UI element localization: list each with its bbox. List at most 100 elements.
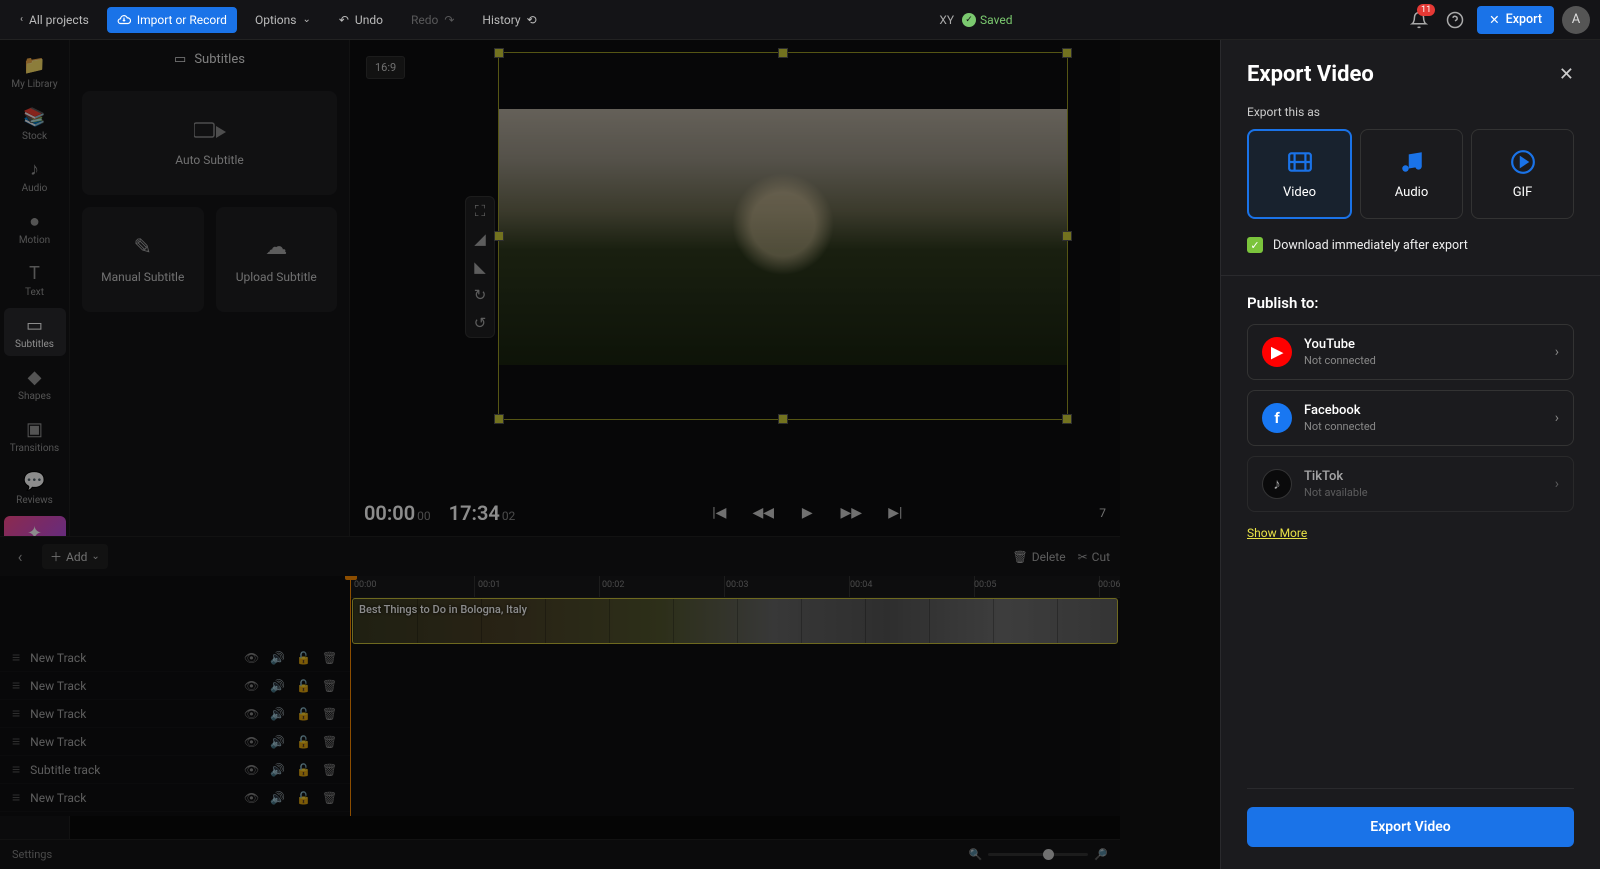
resize-handle[interactable] (1062, 414, 1072, 424)
lock-icon[interactable]: 🔓 (296, 763, 312, 777)
export-type-gif[interactable]: GIF (1471, 129, 1574, 219)
aspect-badge[interactable]: 16:9 (366, 56, 405, 79)
lock-icon[interactable]: 🔓 (296, 707, 312, 721)
redo-button[interactable]: Redo ↷ (401, 7, 464, 33)
resize-handle[interactable] (1062, 231, 1072, 241)
rotate-cw-tool[interactable]: ↻ (466, 281, 494, 309)
notifications-button[interactable]: 11 (1405, 6, 1433, 34)
mute-icon[interactable]: 🔊 (270, 679, 286, 693)
resize-handle[interactable] (494, 414, 504, 424)
drag-icon[interactable]: ≡ (12, 649, 20, 666)
track-name[interactable]: New Track (30, 791, 234, 805)
auto-subtitle-tile[interactable]: Auto Subtitle (82, 91, 337, 195)
track-name[interactable]: New Track (30, 707, 234, 721)
zoom-in-icon[interactable]: 🔎 (1094, 848, 1108, 861)
mute-icon[interactable]: 🔊 (270, 763, 286, 777)
track-name[interactable]: New Track (30, 651, 234, 665)
trash-icon[interactable]: 🗑 (322, 707, 338, 721)
sidebar-item-subtitles[interactable]: ▭Subtitles (4, 308, 66, 356)
sidebar-item-shapes[interactable]: ◆Shapes (4, 360, 66, 408)
settings-button[interactable]: Settings (12, 848, 52, 861)
resize-handle[interactable] (494, 48, 504, 58)
show-more-link[interactable]: Show More (1247, 526, 1574, 540)
timeline-delete-button[interactable]: 🗑 Delete (1013, 550, 1066, 564)
skip-start-button[interactable]: |◀ (706, 500, 732, 526)
lock-icon[interactable]: 🔓 (296, 679, 312, 693)
play-button[interactable]: ▶ (794, 500, 820, 526)
track-name[interactable]: New Track (30, 679, 234, 693)
fit-tool[interactable]: ⛶ (466, 197, 494, 225)
eye-icon[interactable]: 👁 (244, 707, 260, 721)
trash-icon[interactable]: 🗑 (322, 735, 338, 749)
sidebar-item-audio[interactable]: ♪Audio (4, 152, 66, 200)
drag-icon[interactable]: ≡ (12, 761, 20, 778)
track-name[interactable]: New Track (30, 735, 234, 749)
zoom-slider-track[interactable] (988, 853, 1088, 856)
help-button[interactable] (1441, 6, 1469, 34)
import-record-button[interactable]: Import or Record (107, 7, 237, 33)
publish-tiktok[interactable]: ♪ TikTok Not available › (1247, 456, 1574, 512)
export-type-audio[interactable]: Audio (1360, 129, 1463, 219)
checkbox-checked-icon[interactable]: ✓ (1247, 237, 1263, 253)
trash-icon[interactable]: 🗑 (322, 763, 338, 777)
flip-h-tool[interactable]: ◢ (466, 225, 494, 253)
playhead[interactable] (350, 576, 351, 816)
mute-icon[interactable]: 🔊 (270, 791, 286, 805)
timeline-ruler[interactable]: 00:00 00:01 00:02 00:03 00:04 00:05 00:0… (350, 576, 1120, 598)
all-projects-button[interactable]: ‹ All projects (10, 7, 99, 33)
resize-handle[interactable] (778, 414, 788, 424)
upload-subtitle-tile[interactable]: ☁ Upload Subtitle (216, 207, 338, 312)
sidebar-item-motion[interactable]: ●Motion (4, 204, 66, 252)
sidebar-item-transitions[interactable]: ▣Transitions (4, 412, 66, 460)
timeline-back-button[interactable]: ‹ (10, 547, 30, 566)
eye-icon[interactable]: 👁 (244, 679, 260, 693)
video-clip[interactable]: Best Things to Do in Bologna, Italy (352, 598, 1118, 644)
export-button[interactable]: ✕ Export (1477, 6, 1554, 34)
mute-icon[interactable]: 🔊 (270, 651, 286, 665)
timeline-add-button[interactable]: ＋ Add ⌄ (42, 544, 108, 569)
sidebar-item-stock[interactable]: 📚Stock (4, 100, 66, 148)
export-video-button[interactable]: Export Video (1247, 807, 1574, 847)
drag-icon[interactable]: ≡ (12, 677, 20, 694)
forward-button[interactable]: ▶▶ (838, 500, 864, 526)
flip-v-tool[interactable]: ◣ (466, 253, 494, 281)
publish-facebook[interactable]: f Facebook Not connected › (1247, 390, 1574, 446)
sidebar-item-reviews[interactable]: 💬Reviews (4, 464, 66, 512)
rotate-ccw-tool[interactable]: ↺ (466, 309, 494, 337)
mute-icon[interactable]: 🔊 (270, 735, 286, 749)
mute-icon[interactable]: 🔊 (270, 707, 286, 721)
resize-handle[interactable] (494, 231, 504, 241)
undo-button[interactable]: ↶ Undo (329, 7, 393, 33)
eye-icon[interactable]: 👁 (244, 791, 260, 805)
eye-icon[interactable]: 👁 (244, 763, 260, 777)
lock-icon[interactable]: 🔓 (296, 651, 312, 665)
trash-icon[interactable]: 🗑 (322, 791, 338, 805)
options-button[interactable]: Options ⌄ (245, 7, 321, 33)
rewind-button[interactable]: ◀◀ (750, 500, 776, 526)
avatar[interactable]: A (1562, 6, 1590, 34)
drag-icon[interactable]: ≡ (12, 733, 20, 750)
drag-icon[interactable]: ≡ (12, 705, 20, 722)
eye-icon[interactable]: 👁 (244, 735, 260, 749)
trash-icon[interactable]: 🗑 (322, 679, 338, 693)
resize-handle[interactable] (1062, 48, 1072, 58)
drag-icon[interactable]: ≡ (12, 789, 20, 806)
download-after-row[interactable]: ✓ Download immediately after export (1247, 237, 1574, 253)
history-button[interactable]: History ⟲ (472, 7, 546, 33)
timeline-cut-button[interactable]: ✂ Cut (1078, 550, 1110, 564)
manual-subtitle-tile[interactable]: ✎ Manual Subtitle (82, 207, 204, 312)
preview-frame[interactable] (498, 52, 1068, 420)
lock-icon[interactable]: 🔓 (296, 791, 312, 805)
sidebar-item-text[interactable]: TText (4, 256, 66, 304)
track-name[interactable]: Subtitle track (30, 763, 234, 777)
close-icon[interactable]: ✕ (1559, 64, 1574, 85)
resize-handle[interactable] (778, 48, 788, 58)
eye-icon[interactable]: 👁 (244, 651, 260, 665)
zoom-out-icon[interactable]: 🔍 (969, 848, 983, 861)
trash-icon[interactable]: 🗑 (322, 651, 338, 665)
skip-end-button[interactable]: ▶| (882, 500, 908, 526)
lock-icon[interactable]: 🔓 (296, 735, 312, 749)
zoom-thumb[interactable] (1043, 849, 1054, 860)
publish-youtube[interactable]: ▶ YouTube Not connected › (1247, 324, 1574, 380)
export-type-video[interactable]: Video (1247, 129, 1352, 219)
